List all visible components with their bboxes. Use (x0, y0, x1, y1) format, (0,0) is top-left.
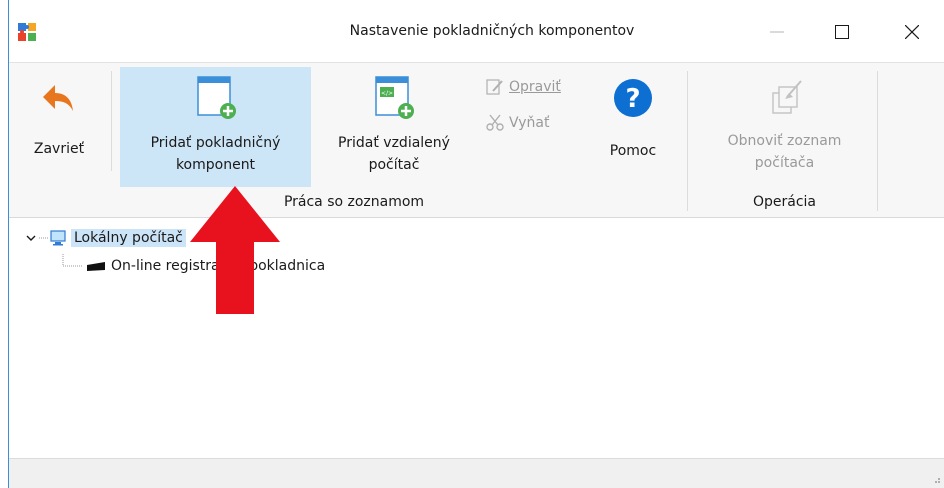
maximize-button[interactable] (819, 12, 865, 52)
edit-icon (486, 79, 503, 95)
add-document-icon (196, 76, 236, 119)
help-button[interactable]: ? Pomoc (595, 75, 671, 185)
refresh-label-line1: Obnoviť zoznam (727, 133, 842, 149)
add-component-label-line2: komponent (175, 157, 256, 173)
tree-branch-icon (62, 254, 83, 267)
status-bar (9, 458, 944, 488)
computer-icon (50, 230, 66, 246)
ribbon-separator (111, 71, 112, 171)
close-window-button[interactable] (889, 12, 935, 52)
edit-label: Opraviť (509, 79, 561, 95)
svg-text:</>: </> (381, 90, 393, 97)
resize-grip-icon[interactable] (931, 474, 941, 484)
scissors-icon (486, 114, 504, 131)
svg-text:?: ? (625, 84, 640, 114)
tree-root-row[interactable]: Lokálny počítač (25, 229, 186, 247)
add-component-button[interactable]: Pridať pokladničný komponent (120, 67, 311, 187)
close-ribbon-button[interactable]: Zavrieť (19, 77, 99, 177)
add-remote-label-line2: počítač (368, 157, 420, 173)
tree-line-icon (39, 237, 49, 239)
window-title: Nastavenie pokladničných komponentov (349, 23, 635, 39)
red-arrow-annotation (190, 186, 280, 314)
add-remote-label-line1: Pridať vzdialený (338, 135, 450, 151)
add-remote-icon: </> (375, 76, 414, 119)
add-component-label-line1: Pridať pokladničný (150, 135, 281, 151)
help-label: Pomoc (609, 143, 657, 159)
main-window: Nastavenie pokladničných komponentov Zav… (8, 0, 944, 488)
ribbon-separator (877, 71, 878, 211)
cut-label: Vyňať (509, 115, 550, 131)
refresh-list-button[interactable]: Obnoviť zoznam počítača (697, 67, 872, 187)
minimize-button[interactable] (754, 12, 800, 52)
component-tree: Lokálny počítač On-line registračná pokl… (9, 218, 944, 458)
refresh-label-line2: počítača (754, 155, 815, 171)
refresh-list-icon (771, 80, 802, 114)
title-bar: Nastavenie pokladničných komponentov (9, 0, 944, 62)
edit-button[interactable]: Opraviť (485, 77, 561, 97)
back-arrow-icon (43, 85, 73, 111)
close-label: Zavrieť (33, 141, 85, 157)
cash-register-icon (87, 262, 105, 271)
tree-root-label[interactable]: Lokálny počítač (71, 229, 186, 247)
minimize-icon (770, 31, 784, 33)
group-operation-label: Operácia (752, 194, 817, 210)
help-icon: ? (614, 79, 652, 117)
ribbon-separator (687, 71, 688, 211)
close-icon (905, 25, 919, 39)
chevron-down-icon[interactable] (25, 232, 37, 244)
ribbon-toolbar: Zavrieť Pridať pokladničný komponent </> (9, 62, 944, 218)
maximize-icon (835, 25, 849, 39)
cut-button[interactable]: Vyňať (485, 113, 549, 133)
add-remote-computer-button[interactable]: </> Pridať vzdialený počítač (319, 67, 469, 187)
